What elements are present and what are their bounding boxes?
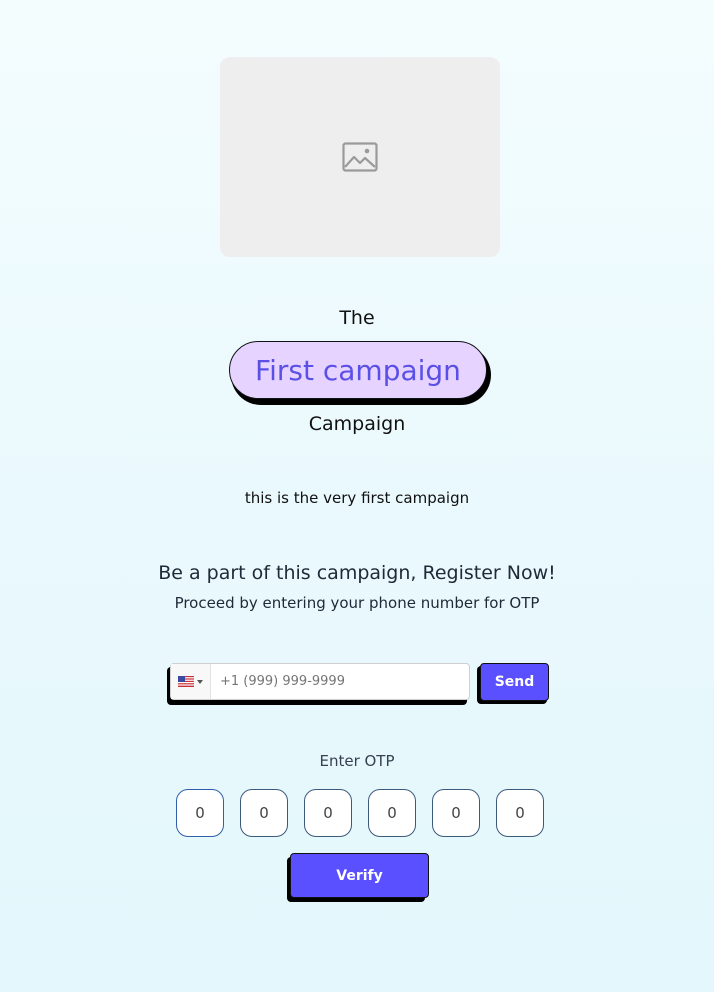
- campaign-suffix: Campaign: [308, 413, 406, 435]
- campaign-name-badge: First campaign: [229, 341, 491, 405]
- campaign-prefix: The: [339, 307, 375, 329]
- phone-field: [170, 663, 470, 700]
- country-code-select[interactable]: [171, 664, 211, 699]
- phone-field-group: [167, 663, 470, 705]
- chevron-down-icon: [197, 679, 203, 684]
- otp-digit-4[interactable]: 0: [368, 789, 416, 837]
- register-subheading: Proceed by entering your phone number fo…: [174, 594, 540, 612]
- send-button-group: Send: [477, 663, 550, 705]
- verify-button-group: Verify: [287, 853, 430, 903]
- verify-button[interactable]: Verify: [290, 853, 429, 898]
- otp-digit-2[interactable]: 0: [240, 789, 288, 837]
- phone-number-input[interactable]: [211, 663, 462, 700]
- register-heading: Be a part of this campaign, Register Now…: [158, 562, 556, 584]
- image-placeholder-icon: [342, 142, 378, 172]
- send-otp-button[interactable]: Send: [480, 663, 549, 701]
- otp-label: Enter OTP: [319, 752, 395, 770]
- us-flag-icon: [178, 676, 194, 687]
- otp-digit-1[interactable]: 0: [176, 789, 224, 837]
- otp-digit-5[interactable]: 0: [432, 789, 480, 837]
- otp-digit-3[interactable]: 0: [304, 789, 352, 837]
- campaign-image: [220, 57, 500, 257]
- otp-digit-6[interactable]: 0: [496, 789, 544, 837]
- campaign-name: First campaign: [229, 341, 487, 399]
- campaign-page: The First campaign Campaign this is the …: [0, 0, 714, 992]
- otp-inputs: 0 0 0 0 0 0: [176, 789, 546, 837]
- campaign-description: this is the very first campaign: [244, 489, 470, 507]
